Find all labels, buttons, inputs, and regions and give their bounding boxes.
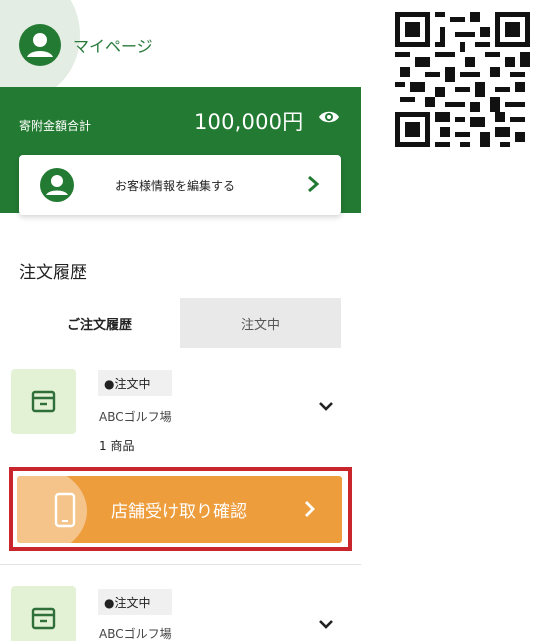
edit-profile-button[interactable]: お客様情報を編集する [19, 155, 341, 215]
tab-order-history[interactable]: ご注文履歴 [19, 298, 180, 348]
box-icon [31, 390, 56, 413]
mypage-screen: マイページ 寄附金額合計 100,000円 お客様情報を編集する 注文履歴 ご注… [0, 0, 361, 641]
smartphone-icon [54, 492, 76, 528]
donation-label: 寄附金額合計 [19, 119, 92, 133]
status-badge: ●注文中 [98, 589, 172, 615]
tab-in-progress[interactable]: 注文中 [180, 298, 341, 348]
box-icon [31, 607, 56, 630]
chevron-right-icon [305, 501, 315, 517]
user-circle-icon [19, 24, 61, 66]
chevron-down-icon[interactable] [318, 401, 334, 413]
store-name: ABCゴルフ場 [99, 410, 172, 424]
donation-amount: 100,000円 [194, 110, 304, 134]
store-pickup-button[interactable]: 店舗受け取り確認 [17, 476, 342, 543]
item-count: 1 商品 [99, 439, 135, 453]
list-item[interactable]: ●注文中 ABCゴルフ場 1 商品 [0, 348, 361, 458]
order-thumbnail [11, 369, 76, 434]
page-header: マイページ [0, 0, 361, 100]
chevron-down-icon[interactable] [318, 619, 334, 631]
order-thumbnail [11, 586, 76, 641]
store-name: ABCゴルフ場 [99, 627, 172, 641]
order-history-heading: 注文履歴 [19, 263, 87, 283]
qr-code-icon [395, 12, 530, 147]
list-item[interactable]: ●注文中 ABCゴルフ場 [0, 565, 361, 641]
edit-profile-label: お客様情報を編集する [115, 179, 236, 193]
eye-icon[interactable] [318, 109, 340, 125]
user-circle-icon [40, 168, 74, 202]
button-decoration [17, 476, 87, 543]
chevron-right-icon [308, 175, 320, 193]
status-badge: ●注文中 [98, 370, 172, 396]
store-pickup-label: 店舗受け取り確認 [111, 502, 247, 522]
page-title: マイページ [73, 37, 153, 56]
